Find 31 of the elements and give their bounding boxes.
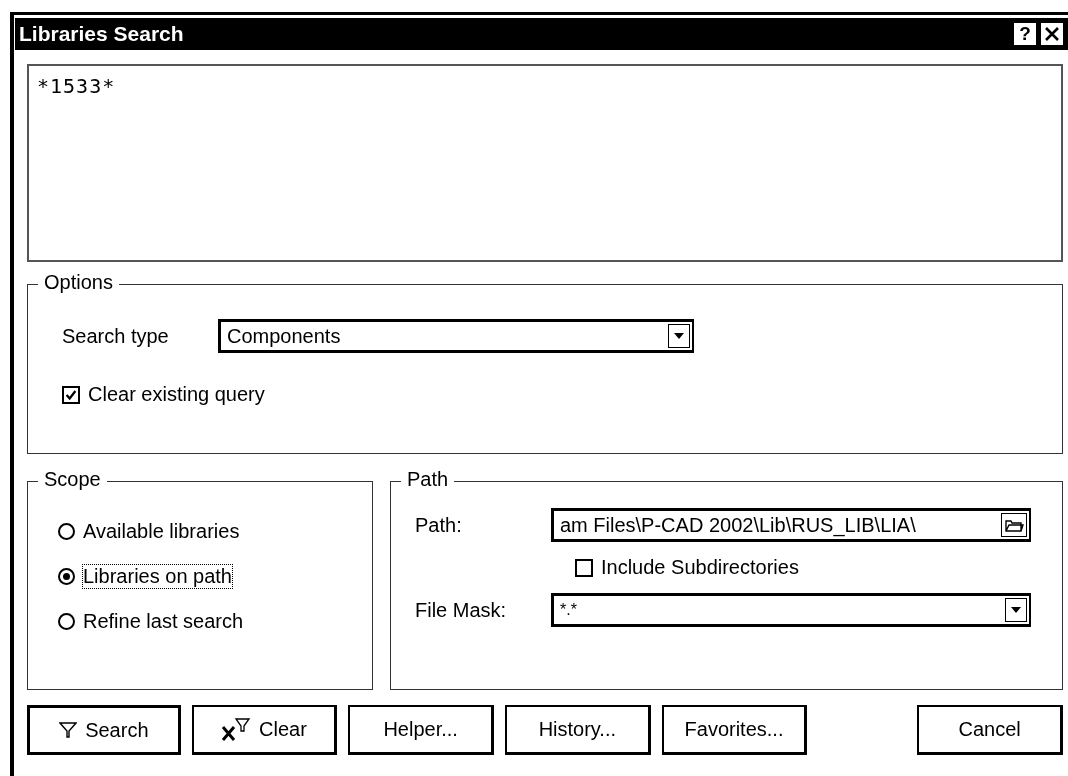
dialog-button[interactable]: History... xyxy=(505,705,651,755)
field-label: File Mask: xyxy=(415,598,508,622)
search-button[interactable]: Search xyxy=(27,705,181,755)
path-field[interactable]: am Files\P-CAD 2002\Lib\RUS_LIB\LIA\ xyxy=(551,508,1031,542)
cancel-button[interactable]: Cancel xyxy=(917,705,1063,755)
radio-button[interactable] xyxy=(58,523,75,540)
radio-button[interactable] xyxy=(58,568,75,585)
dialog-button[interactable]: Favorites... xyxy=(661,705,808,755)
file-mask-dropdown[interactable]: *.* xyxy=(551,593,1031,627)
close-button[interactable] xyxy=(1040,22,1064,46)
radio-label: Libraries on path xyxy=(83,565,232,588)
query-field[interactable]: *1533* xyxy=(27,64,1063,262)
clear-filter-icon xyxy=(221,717,252,742)
field-label: Search type xyxy=(62,324,170,348)
radio-label: Refine last search xyxy=(83,610,244,633)
checkbox[interactable] xyxy=(575,558,593,577)
group-title: Options xyxy=(38,271,119,294)
folder-icon xyxy=(1001,513,1027,537)
checkbox[interactable] xyxy=(62,385,80,404)
search-type-dropdown[interactable]: Components xyxy=(218,319,694,353)
radio-label: Available libraries xyxy=(83,520,240,543)
window-title: Libraries Search xyxy=(19,22,185,46)
radio-button[interactable] xyxy=(58,613,75,630)
close-icon xyxy=(1043,25,1061,43)
checkbox-label: Clear existing query xyxy=(88,383,265,406)
field-label: Path: xyxy=(415,513,463,537)
funnel-icon xyxy=(59,721,78,739)
dialog-button[interactable]: Helper... xyxy=(348,705,494,755)
checkbox-label: Include Subdirectories xyxy=(601,556,799,579)
help-button[interactable]: ? xyxy=(1013,22,1037,46)
clear-button[interactable]: Clear xyxy=(191,705,338,755)
